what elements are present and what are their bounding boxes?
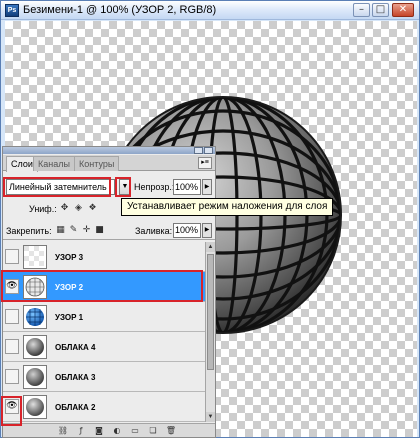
palette-bottom-toolbar: ⛓ ƒ ◙ ◐ ▭ ❏ 🗑	[3, 423, 215, 437]
layer-name: ОБЛАКА 4	[55, 343, 96, 352]
lock-row: Закрепить: ▦ ✎ ✛ ■ Заливка: 100% ▶	[3, 220, 215, 240]
blend-mode-row: Линейный затемнитель ▼ Непрозр.: 100% ▶	[3, 177, 215, 199]
blend-mode-tooltip: Устанавливает режим наложения для слоя	[121, 198, 334, 216]
visibility-toggle[interactable]	[5, 369, 19, 384]
layer-row[interactable]: УЗОР 3	[3, 242, 205, 272]
lock-transparency-icon[interactable]: ▦	[55, 225, 66, 236]
mask-icon[interactable]: ◙	[93, 425, 105, 436]
opacity-input[interactable]: 100%	[173, 179, 201, 195]
layer-row[interactable]: ОБЛАКА 4	[3, 332, 205, 362]
fill-label: Заливка:	[135, 226, 173, 236]
tab-paths[interactable]: Контуры	[74, 156, 120, 171]
layer-row[interactable]: ОБЛАКА 3	[3, 362, 205, 392]
new-layer-icon[interactable]: ❏	[147, 425, 159, 436]
lock-pixels-icon[interactable]: ✎	[68, 225, 79, 236]
blend-mode-dropdown-button[interactable]: ▼	[119, 179, 131, 195]
lock-position-icon[interactable]: ✛	[81, 225, 92, 236]
scroll-thumb[interactable]	[207, 254, 214, 370]
lock-label: Закрепить:	[6, 226, 52, 236]
layer-row-selected[interactable]: 👁 УЗОР 2	[3, 272, 205, 302]
layer-name: УЗОР 1	[55, 313, 84, 322]
layer-thumbnail	[23, 395, 47, 419]
unify-visibility-icon[interactable]: ◈	[73, 203, 84, 214]
layer-name: ОБЛАКА 3	[55, 373, 96, 382]
layer-thumbnail	[23, 365, 47, 389]
unify-style-icon[interactable]: ❖	[87, 203, 98, 214]
palette-header[interactable]	[3, 147, 215, 154]
eye-icon[interactable]: 👁	[5, 279, 19, 294]
layer-thumbnail	[23, 245, 47, 269]
layers-scrollbar[interactable]: ▲ ▼	[205, 242, 215, 422]
layer-thumbnail	[23, 305, 47, 329]
palette-menu-button[interactable]: ▸≡	[198, 157, 212, 169]
adjustment-icon[interactable]: ◐	[111, 425, 123, 436]
lock-all-icon[interactable]: ■	[94, 225, 105, 236]
layers-list: УЗОР 3 👁 УЗОР 2 УЗОР 1 ОБЛАКА 4 ОБЛАКА 3…	[3, 242, 205, 422]
layer-thumbnail	[23, 275, 47, 299]
scroll-up-arrow-icon[interactable]: ▲	[206, 242, 215, 252]
palette-close-button[interactable]	[204, 147, 213, 154]
window-title: Безимени-1 @ 100% (УЗОР 2, RGB/8)	[23, 4, 217, 16]
layer-name: ОБЛАКА 2	[55, 403, 96, 412]
layer-row[interactable]: УЗОР 1	[3, 302, 205, 332]
palette-collapse-button[interactable]	[194, 147, 203, 154]
visibility-toggle[interactable]	[5, 249, 19, 264]
fill-slider-button[interactable]: ▶	[202, 223, 212, 238]
visibility-toggle[interactable]	[5, 309, 19, 324]
eye-icon[interactable]: 👁	[5, 399, 19, 414]
palette-tabs: Слои Каналы Контуры ▸≡	[3, 155, 215, 172]
unify-position-icon[interactable]: ✥	[59, 203, 70, 214]
photoshop-app-icon: Ps	[5, 4, 19, 17]
trash-icon[interactable]: 🗑	[165, 425, 177, 436]
opacity-slider-button[interactable]: ▶	[202, 179, 212, 195]
layer-thumbnail	[23, 335, 47, 359]
visibility-toggle[interactable]	[5, 339, 19, 354]
tab-channels[interactable]: Каналы	[33, 156, 75, 171]
title-bar[interactable]: Ps Безимени-1 @ 100% (УЗОР 2, RGB/8) – □…	[1, 1, 419, 20]
blend-mode-select[interactable]: Линейный затемнитель	[6, 179, 115, 195]
layers-palette: Слои Каналы Контуры ▸≡ Линейный затемнит…	[2, 146, 216, 438]
fx-icon[interactable]: ƒ	[75, 425, 87, 436]
link-icon[interactable]: ⛓	[57, 425, 69, 436]
fill-input[interactable]: 100%	[173, 223, 201, 238]
unify-label: Униф.:	[29, 204, 57, 214]
close-button[interactable]: ✕	[392, 3, 414, 17]
layer-row[interactable]: 👁 ОБЛАКА 2	[3, 392, 205, 422]
layer-name: УЗОР 3	[55, 253, 84, 262]
folder-icon[interactable]: ▭	[129, 425, 141, 436]
opacity-label: Непрозр.:	[134, 182, 175, 192]
layer-name: УЗОР 2	[55, 283, 84, 292]
minimize-button[interactable]: –	[353, 3, 370, 17]
maximize-button[interactable]: □	[372, 3, 389, 17]
scroll-down-arrow-icon[interactable]: ▼	[206, 412, 215, 422]
